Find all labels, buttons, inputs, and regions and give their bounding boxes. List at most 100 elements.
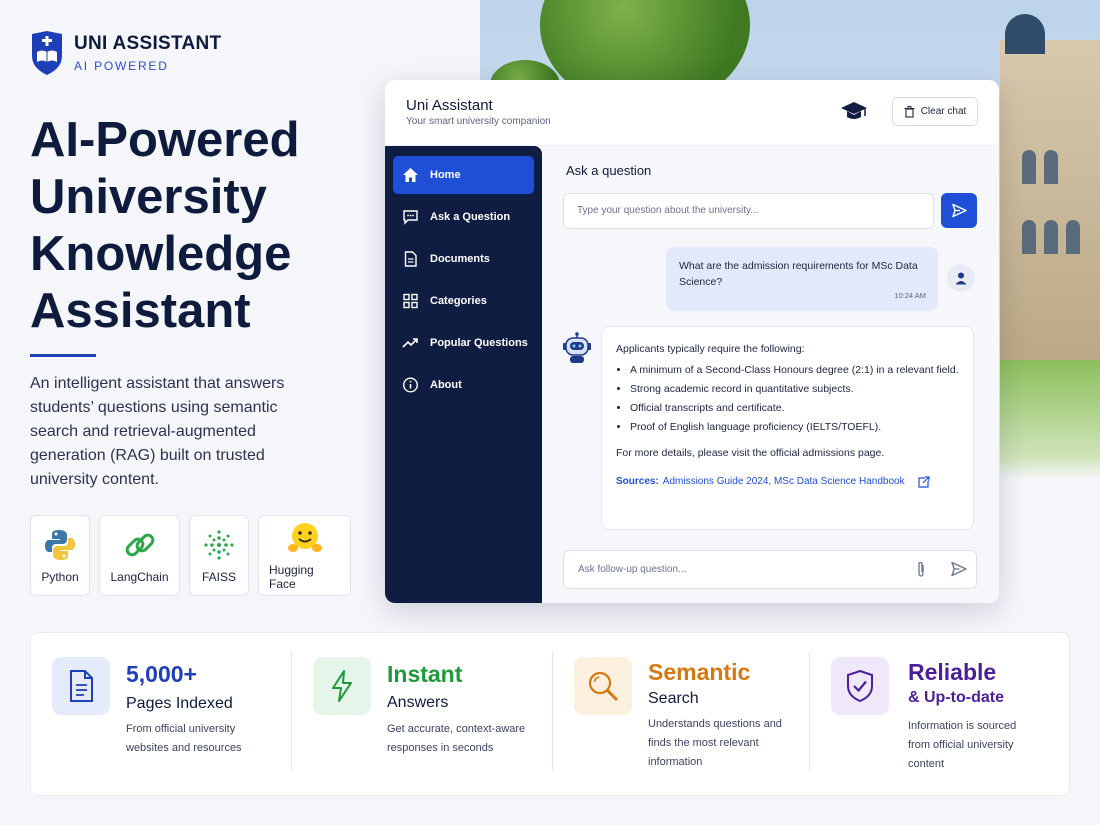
stat-icon-box [52,657,110,715]
user-avatar [947,264,975,292]
python-icon [45,529,75,560]
assistant-message: Applicants typically require the followi… [601,326,974,530]
sidebar-item-popular-questions[interactable]: Popular Questions [393,324,534,362]
ask-question-title: Ask a question [566,163,652,178]
chat-bubble-icon [403,210,418,225]
list-item: Strong academic record in quantitative s… [630,381,959,397]
hero-description: An intelligent assistant that answers st… [30,375,285,488]
stat-instant-answers: Instant Answers Get accurate, context-aw… [292,633,552,797]
tech-label: FAISS [201,569,236,584]
dot-cluster-icon [204,529,234,560]
sources-text: Admissions Guide 2024, MSc Data Science … [662,476,905,487]
send-icon [951,203,967,218]
trending-icon [402,338,418,348]
app-header: Uni Assistant Your smart university comp… [385,80,999,146]
nav-label: Categories [430,295,487,307]
stat-semantic-search: Semantic Search Understands questions an… [553,633,809,797]
stat-value: Instant [387,661,463,687]
list-item: Official transcripts and certificate. [630,400,959,416]
tech-card-langchain: LangChain [99,515,180,596]
message-timestamp: 10:24 AM [894,291,926,300]
stat-reliable: Reliable & Up-to-date Information is sou… [810,633,1070,797]
nav-label: Popular Questions [430,337,528,349]
stat-label: Answers [387,694,449,711]
hero-divider [30,354,96,357]
app-title: Uni Assistant [406,97,493,114]
app-subtitle: Your smart university companion [406,116,551,127]
sources-label: Sources: [616,476,659,487]
lightning-icon [332,670,352,702]
tech-label: Hugging Face [269,562,314,591]
info-icon [402,377,419,393]
document-icon [70,670,93,702]
app-window: Uni Assistant Your smart university comp… [385,80,999,603]
sidebar-item-ask-question[interactable]: Ask a Question [393,198,534,236]
magnifier-icon [588,671,619,702]
send-button[interactable] [941,193,977,228]
sidebar-nav: Home Ask a Question Documents Categories… [385,146,542,603]
brand-logo[interactable]: UNI ASSISTANT AI POWERED [30,30,221,76]
hugging-face-icon [287,522,322,552]
tech-label: LangChain [110,569,169,584]
hero-title: AI-Powered University Knowledge Assistan… [30,113,300,338]
assistant-more-details: For more details, please visit the offic… [616,447,885,459]
user-icon [955,272,967,285]
clear-chat-label: Clear chat [920,106,967,117]
nav-label: Documents [430,253,490,265]
chain-link-icon [125,533,154,556]
graduation-cap-icon [841,102,867,119]
paperclip-icon[interactable] [914,561,928,578]
followup-send-icon[interactable] [951,561,967,577]
assistant-intro: Applicants typically require the followi… [616,343,805,355]
stat-value: 5,000+ [126,661,197,687]
tech-card-hugging-face: Hugging Face [258,515,351,596]
nav-label: Ask a Question [430,211,511,223]
stat-label: Pages Indexed [126,695,233,712]
stat-icon-box [313,657,371,715]
tech-card-python: Python [30,515,90,596]
feature-stats: 5,000+ Pages Indexed From official unive… [30,632,1070,796]
brand-subtitle: AI POWERED [74,59,169,73]
brand-title: UNI ASSISTANT [74,33,222,54]
sidebar-item-home[interactable]: Home [393,156,534,194]
nav-label: About [430,379,462,391]
home-icon [403,168,418,182]
stat-description: Get accurate, context-aware responses in… [387,723,526,754]
stat-description: Information is sourced from official uni… [908,720,1017,770]
shield-book-icon [32,31,62,75]
user-message: What are the admission requirements for … [666,247,938,311]
sidebar-item-documents[interactable]: Documents [393,240,534,278]
nav-label: Home [430,169,461,181]
stat-pages-indexed: 5,000+ Pages Indexed From official unive… [31,633,291,797]
tech-label: Python [41,569,79,584]
document-icon [404,251,417,267]
shield-check-icon [847,669,873,703]
building-dome [1005,14,1045,54]
sidebar-item-categories[interactable]: Categories [393,282,534,320]
external-link-icon [917,476,930,488]
university-building-image [1000,40,1100,380]
stat-description: Understands questions and finds the most… [648,718,782,768]
list-item: Proof of English language proficiency (I… [630,419,959,435]
grid-icon [403,293,418,309]
list-item: A minimum of a Second-Class Honours degr… [630,362,959,378]
sidebar-item-about[interactable]: About [393,366,534,404]
stat-label: Search [648,690,699,707]
stat-value: Semantic [648,659,751,685]
stat-icon-box [574,657,632,715]
trash-icon [904,105,915,118]
chat-panel: Ask a question Type your question about … [542,146,999,603]
campus-lawn [1000,360,1100,480]
robot-icon [563,332,591,363]
requirements-list: A minimum of a Second-Class Honours degr… [616,362,959,435]
stat-description: From official university websites and re… [126,723,242,754]
question-input[interactable]: Type your question about the university.… [563,193,934,229]
tech-stack: Python LangChain FAISS Hugging Face [30,515,351,596]
tech-card-faiss: FAISS [189,515,249,596]
stat-value: Reliable [908,659,997,685]
stat-label: & Up-to-date [908,689,1004,706]
stat-icon-box [831,657,889,715]
clear-chat-button[interactable]: Clear chat [892,97,978,126]
user-message-text: What are the admission requirements for … [679,260,918,288]
sources-link[interactable]: Sources: Admissions Guide 2024, MSc Data… [616,474,959,490]
